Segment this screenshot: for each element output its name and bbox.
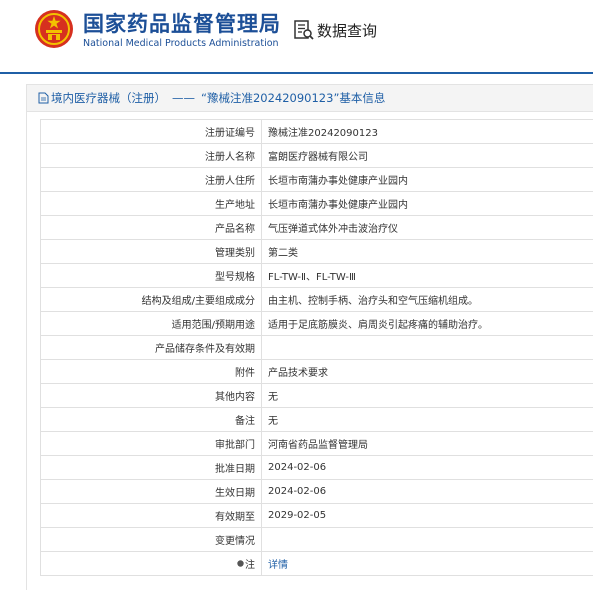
site-header: 国家药品监督管理局 National Medical Products Admi… xyxy=(0,0,593,74)
table-row: 管理类别第二类 xyxy=(41,240,593,264)
data-query-link[interactable]: 数据查询 xyxy=(293,19,377,41)
field-label: 生产地址 xyxy=(41,192,262,216)
field-label: 注 xyxy=(41,552,262,576)
table-row: 注册人名称富朗医疗器械有限公司 xyxy=(41,144,593,168)
table-row: 型号规格FL-TW-Ⅱ、FL-TW-Ⅲ xyxy=(41,264,593,288)
table-row: 注册证编号豫械注准20242090123 xyxy=(41,120,593,144)
table-row: 备注无 xyxy=(41,408,593,432)
info-dot-icon xyxy=(237,560,244,567)
table-row: 结构及组成/主要组成成分由主机、控制手柄、治疗头和空气压缩机组成。 xyxy=(41,288,593,312)
field-value: 长垣市南蒲办事处健康产业园内 xyxy=(262,168,593,192)
field-value: 无 xyxy=(262,408,593,432)
field-label: 产品名称 xyxy=(41,216,262,240)
field-value: 产品技术要求 xyxy=(262,360,593,384)
field-value: 适用于足底筋膜炎、肩周炎引起疼痛的辅助治疗。 xyxy=(262,312,593,336)
table-row: 产品名称气压弹道式体外冲击波治疗仪 xyxy=(41,216,593,240)
table-row: 生效日期2024-02-06 xyxy=(41,480,593,504)
table-row: 批准日期2024-02-06 xyxy=(41,456,593,480)
field-label: 结构及组成/主要组成成分 xyxy=(41,288,262,312)
field-label: 变更情况 xyxy=(41,528,262,552)
table-row: 适用范围/预期用途适用于足底筋膜炎、肩周炎引起疼痛的辅助治疗。 xyxy=(41,312,593,336)
field-value: 2024-02-06 xyxy=(262,456,593,480)
detail-panel: 境内医疗器械（注册） —— “豫械注准20242090123”基本信息 注册证编… xyxy=(26,84,593,590)
table-row: 注册人住所长垣市南蒲办事处健康产业园内 xyxy=(41,168,593,192)
field-value: 富朗医疗器械有限公司 xyxy=(262,144,593,168)
table-row: 附件产品技术要求 xyxy=(41,360,593,384)
field-label: 适用范围/预期用途 xyxy=(41,312,262,336)
field-label: 审批部门 xyxy=(41,432,262,456)
national-emblem-icon xyxy=(34,9,74,49)
field-value: 豫械注准20242090123 xyxy=(262,120,593,144)
field-value: 2029-02-05 xyxy=(262,504,593,528)
table-row-note: 注 详情 xyxy=(41,552,593,576)
field-value: 河南省药品监督管理局 xyxy=(262,432,593,456)
field-label: 管理类别 xyxy=(41,240,262,264)
note-label: 注 xyxy=(245,556,255,571)
data-query-label: 数据查询 xyxy=(317,20,377,41)
field-value: 详情 xyxy=(262,552,593,576)
document-icon xyxy=(38,92,49,104)
field-value xyxy=(262,336,593,360)
field-value: 2024-02-06 xyxy=(262,480,593,504)
field-value: 无 xyxy=(262,384,593,408)
table-row: 审批部门河南省药品监督管理局 xyxy=(41,432,593,456)
field-value xyxy=(262,528,593,552)
field-label: 备注 xyxy=(41,408,262,432)
field-value: 第二类 xyxy=(262,240,593,264)
record-title: “豫械注准20242090123”基本信息 xyxy=(201,90,385,106)
org-name-en: National Medical Products Administration xyxy=(83,38,279,49)
details-link[interactable]: 详情 xyxy=(268,560,288,571)
field-label: 其他内容 xyxy=(41,384,262,408)
breadcrumb-separator: —— xyxy=(172,91,195,105)
table-row: 变更情况 xyxy=(41,528,593,552)
table-row: 有效期至2029-02-05 xyxy=(41,504,593,528)
field-value: FL-TW-Ⅱ、FL-TW-Ⅲ xyxy=(262,264,593,288)
field-label: 型号规格 xyxy=(41,264,262,288)
field-label: 产品储存条件及有效期 xyxy=(41,336,262,360)
field-label: 注册人名称 xyxy=(41,144,262,168)
panel-heading: 境内医疗器械（注册） —— “豫械注准20242090123”基本信息 xyxy=(27,85,593,112)
field-value: 气压弹道式体外冲击波治疗仪 xyxy=(262,216,593,240)
field-label: 生效日期 xyxy=(41,480,262,504)
search-document-icon xyxy=(293,19,315,41)
table-row: 其他内容无 xyxy=(41,384,593,408)
table-row: 生产地址长垣市南蒲办事处健康产业园内 xyxy=(41,192,593,216)
field-label: 批准日期 xyxy=(41,456,262,480)
org-name-cn: 国家药品监督管理局 xyxy=(83,8,281,38)
field-label: 有效期至 xyxy=(41,504,262,528)
field-label: 附件 xyxy=(41,360,262,384)
field-label: 注册证编号 xyxy=(41,120,262,144)
field-value: 长垣市南蒲办事处健康产业园内 xyxy=(262,192,593,216)
table-row: 产品储存条件及有效期 xyxy=(41,336,593,360)
field-label: 注册人住所 xyxy=(41,168,262,192)
breadcrumb-category[interactable]: 境内医疗器械（注册） xyxy=(51,90,166,106)
field-value: 由主机、控制手柄、治疗头和空气压缩机组成。 xyxy=(262,288,593,312)
detail-table: 注册证编号豫械注准20242090123注册人名称富朗医疗器械有限公司注册人住所… xyxy=(40,119,593,576)
